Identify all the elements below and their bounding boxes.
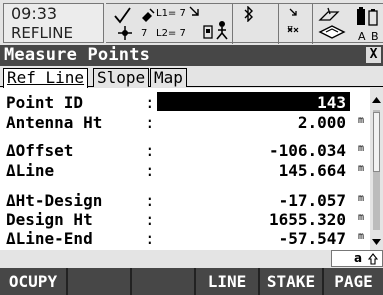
radio-icon xyxy=(203,21,228,40)
field-colon: : xyxy=(145,93,155,112)
point-id-input[interactable]: 143 xyxy=(157,92,350,112)
field-label: Design Ht xyxy=(6,210,93,229)
field-value: -57.547 xyxy=(278,229,346,248)
scroll-thumb[interactable] xyxy=(373,112,380,172)
field-row-antenna-ht[interactable]: Antenna Ht : 2.000 m xyxy=(0,112,370,132)
battery-icon xyxy=(357,7,378,26)
field-unit: m xyxy=(357,212,364,223)
data-icon: ꟸ xyxy=(287,8,299,37)
softkey-bar: OCUPY LINE STAKE PAGE xyxy=(0,268,383,295)
field-row-design-ht: Design Ht : 1655.320 m xyxy=(0,209,370,229)
input-mode-indicator: a xyxy=(331,250,383,267)
field-value: -106.034 xyxy=(268,141,346,160)
status-bar: 09:33 REFLINE 7 L1= 7 L2= 7 7 xyxy=(0,0,383,44)
field-row-ht-design: ΔHt-Design : -17.057 m xyxy=(0,190,370,210)
clock-time: 09:33 xyxy=(11,4,58,23)
battery-b-label: B xyxy=(371,30,379,43)
position-icon xyxy=(114,7,132,40)
close-button[interactable]: X xyxy=(366,47,381,63)
status-separator xyxy=(278,4,279,44)
memory-icon xyxy=(318,7,346,39)
tab-ref-line[interactable]: Ref Line xyxy=(3,68,89,88)
field-row-offset: ΔOffset : -106.034 m xyxy=(0,140,370,160)
field-unit: m xyxy=(357,115,364,126)
title-bar: Measure Points X xyxy=(0,45,383,66)
field-colon: : xyxy=(145,210,155,229)
field-value: 145.664 xyxy=(278,161,346,180)
field-unit: m xyxy=(357,143,364,154)
field-value: 143 xyxy=(317,93,346,112)
application-mode: REFLINE xyxy=(11,24,74,42)
field-label: Point ID xyxy=(6,93,84,112)
antenna-ht-input[interactable]: 2.000 xyxy=(298,113,346,132)
field-label: ΔLine xyxy=(6,161,55,180)
input-mode-bar: a xyxy=(0,250,383,267)
scrollbar[interactable] xyxy=(370,88,383,250)
status-separator xyxy=(312,4,313,44)
tab-map[interactable]: Map xyxy=(150,68,187,87)
sat-count-small: 7 xyxy=(141,28,148,39)
scroll-track[interactable] xyxy=(373,110,380,230)
field-label: ΔLine-End xyxy=(6,229,93,248)
tab-label: Slope xyxy=(97,68,146,87)
field-colon: : xyxy=(145,113,155,132)
field-colon: : xyxy=(145,229,155,248)
status-icons: 7 L1= 7 L2= 7 7 ꟸ xyxy=(106,3,383,44)
field-unit: m xyxy=(357,231,364,242)
tab-bar: Ref Line Slope Map xyxy=(0,66,383,88)
tab-label: Map xyxy=(154,68,183,87)
field-unit: m xyxy=(357,163,364,174)
dialog-title: Measure Points xyxy=(4,45,151,65)
field-unit: m xyxy=(357,193,364,204)
field-colon: : xyxy=(145,191,155,210)
signal-arrow-icon xyxy=(189,6,199,16)
line-button[interactable]: LINE xyxy=(196,268,260,295)
field-label: Antenna Ht xyxy=(6,113,103,132)
measure-form: Point ID : 143 Antenna Ht : 2.000 m ΔOff… xyxy=(0,88,370,250)
bluetooth-icon xyxy=(244,6,253,22)
battery-a-label: A xyxy=(358,30,366,43)
scroll-up-icon[interactable] xyxy=(370,94,383,106)
field-row-line-end: ΔLine-End : -57.547 m xyxy=(0,228,370,248)
softkey-f2[interactable] xyxy=(68,268,132,295)
tab-slope[interactable]: Slope xyxy=(93,68,150,87)
field-value: 1655.320 xyxy=(268,210,346,229)
tab-label: Ref Line xyxy=(7,68,85,87)
l2-satellites: L2= 7 xyxy=(156,28,186,39)
shift-arrow-icon xyxy=(368,253,378,265)
ocupy-button[interactable]: OCUPY xyxy=(0,268,68,295)
field-label: ΔHt-Design xyxy=(6,191,103,210)
stake-button[interactable]: STAKE xyxy=(260,268,324,295)
field-label: ΔOffset xyxy=(6,141,74,160)
page-button[interactable]: PAGE xyxy=(324,268,383,295)
field-row-line: ΔLine : 145.664 m xyxy=(0,160,370,180)
scroll-down-icon[interactable] xyxy=(370,236,383,248)
input-mode-label: a xyxy=(354,251,363,265)
field-value: -17.057 xyxy=(278,191,346,210)
l1-satellites: L1= 7 xyxy=(156,8,186,19)
status-separator xyxy=(232,4,233,44)
field-row-point-id[interactable]: Point ID : 143 xyxy=(0,92,370,112)
field-colon: : xyxy=(145,141,155,160)
softkey-f3[interactable] xyxy=(132,268,196,295)
field-colon: : xyxy=(145,161,155,180)
time-mode-box: 09:33 REFLINE xyxy=(3,3,104,43)
